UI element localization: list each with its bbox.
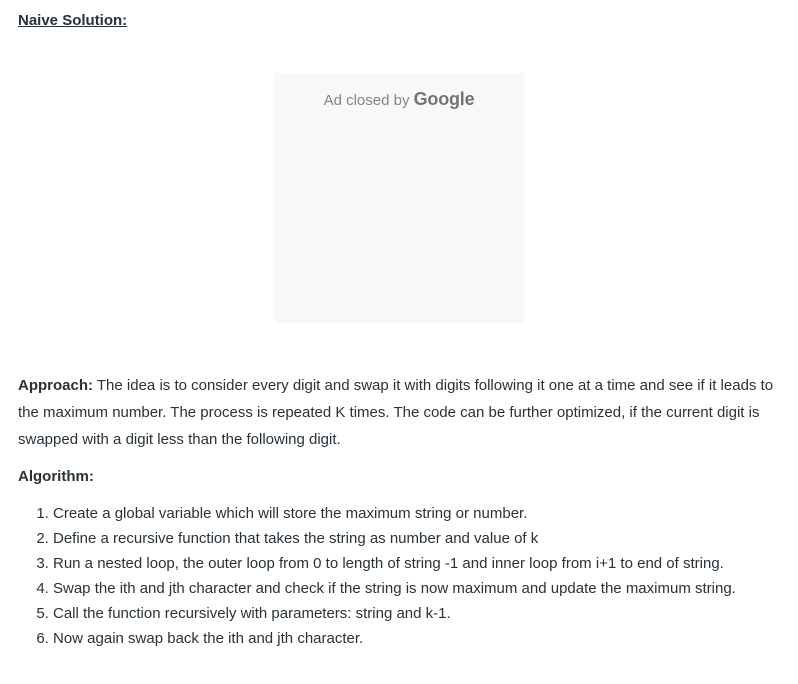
ad-closed-label: Ad closed by Google: [274, 89, 524, 110]
algorithm-step: Create a global variable which will stor…: [53, 501, 788, 526]
algorithm-heading: Algorithm:: [18, 468, 94, 485]
algorithm-step: Define a recursive function that takes t…: [53, 526, 788, 551]
google-logo: Google: [413, 89, 475, 109]
ad-placeholder: Ad closed by Google: [274, 73, 524, 323]
section-heading: Naive Solution:: [18, 12, 128, 29]
approach-label: Approach:: [18, 377, 93, 394]
algorithm-steps: Create a global variable which will stor…: [18, 501, 788, 651]
algorithm-step: Call the function recursively with param…: [53, 601, 788, 626]
ad-closed-text: Ad closed by: [323, 92, 410, 109]
approach-text: The idea is to consider every digit and …: [18, 377, 774, 448]
approach-paragraph: Approach: The idea is to consider every …: [18, 372, 778, 453]
algorithm-step: Swap the ith and jth character and check…: [53, 576, 788, 601]
algorithm-step: Run a nested loop, the outer loop from 0…: [53, 551, 788, 576]
algorithm-step: Now again swap back the ith and jth char…: [53, 626, 788, 651]
